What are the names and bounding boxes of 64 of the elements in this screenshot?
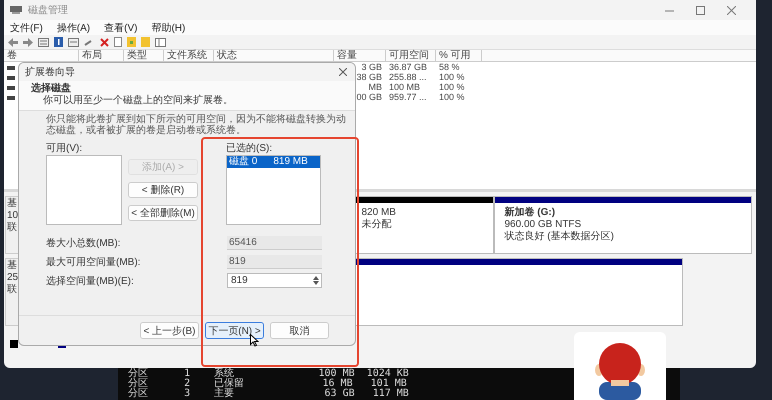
spin-up-icon[interactable] <box>313 276 319 280</box>
cancel-button[interactable]: 取消 <box>270 322 329 339</box>
table-cell-text: 959.77 ... <box>388 92 427 102</box>
column-header[interactable]: 布局 <box>82 50 102 61</box>
window-title: 磁盘管理 <box>28 4 68 17</box>
console-line: 分区 3 主要 63 GB 117 MB <box>128 389 409 399</box>
list-icon[interactable] <box>38 38 49 46</box>
back-button[interactable]: < 上一步(B) <box>140 322 199 339</box>
table-cell-text: 3 GB <box>360 62 383 72</box>
menu-item[interactable]: 查看(V) <box>104 20 138 34</box>
partition-name: 新加卷 (G:) <box>504 207 556 219</box>
readonly-field: 819 <box>227 254 322 268</box>
column-header[interactable]: 状态 <box>217 50 237 61</box>
table-cell-text: MB <box>368 82 383 92</box>
size-spinner[interactable]: 819 <box>227 273 322 288</box>
table-cell-text: 38 GB <box>355 72 383 82</box>
table-cell-text: 255.88 ... <box>388 72 427 82</box>
partition-info: 820 MB <box>362 207 396 218</box>
dialog-title: 扩展卷向导 <box>25 66 75 79</box>
table-cell-text: 00 GB <box>355 92 383 102</box>
column-header[interactable]: % 可用 <box>439 50 471 61</box>
panel-icon[interactable] <box>155 38 166 46</box>
table-cell-text: 58 % <box>438 62 460 72</box>
help-icon[interactable] <box>54 37 63 47</box>
column-header[interactable]: 卷 <box>7 50 17 61</box>
properties-icon[interactable] <box>68 38 79 46</box>
table-cell-text: 100 % <box>438 72 465 82</box>
step-heading: 选择磁盘 <box>31 83 71 94</box>
readonly-field: 65416 <box>227 236 322 250</box>
table-cell-text: 36.87 GB <box>388 62 428 72</box>
column-header[interactable]: 类型 <box>127 50 147 61</box>
remove-button[interactable]: < 删除(R) <box>128 182 198 198</box>
forward-arrow-icon[interactable] <box>23 38 33 46</box>
primary-partition[interactable]: 新加卷 (G:) 960.00 GB NTFS 状态良好 (基本数据分区) <box>494 196 752 254</box>
partition-info: 960.00 GB NTFS <box>504 219 582 230</box>
column-header[interactable]: 容量 <box>337 50 357 61</box>
partition-info: 状态良好 (基本数据分区) <box>504 231 614 243</box>
app-icon <box>10 5 22 15</box>
document-icon[interactable] <box>114 37 122 47</box>
table-cell-text: 100 MB <box>388 82 420 92</box>
list-label: 已选的(S): <box>226 142 272 155</box>
disk-list-item[interactable]: 磁盘 0 819 MB <box>227 156 320 168</box>
partition-info: 未分配 <box>362 219 392 231</box>
next-button[interactable]: 下一页(N) > <box>205 322 264 339</box>
menu-item[interactable]: 操作(A) <box>56 20 90 34</box>
delete-icon[interactable] <box>100 38 109 46</box>
menu-item[interactable]: 帮助(H) <box>151 20 186 34</box>
column-header[interactable]: 可用空间 <box>389 50 429 61</box>
close-icon[interactable] <box>727 6 736 14</box>
info-text: 你只能将此卷扩展到如下所示的可用空间，因为不能将磁盘转换为动态磁盘，或者被扩展的卷是启动卷或系统卷。 <box>46 114 347 136</box>
legend-swatch <box>10 340 18 348</box>
maximize-icon[interactable] <box>696 6 705 14</box>
column-header[interactable]: 文件系统 <box>167 50 207 61</box>
cursor-icon <box>250 334 259 347</box>
table-cell-text: 100 % <box>438 92 465 102</box>
spin-down-icon[interactable] <box>313 281 319 285</box>
step-description: 你可以用至少一个磁盘上的空间来扩展卷。 <box>42 95 233 107</box>
menu-item[interactable]: 文件(F) <box>10 20 43 34</box>
table-cell-text: 100 % <box>438 82 465 92</box>
back-arrow-icon[interactable] <box>8 38 18 46</box>
close-icon[interactable] <box>339 68 347 76</box>
console-line: 分区 2 已保留 16 MB 101 MB <box>128 379 407 389</box>
remove-all-button[interactable]: < 全部删除(M) <box>128 205 198 221</box>
list-label: 可用(V): <box>46 142 82 155</box>
